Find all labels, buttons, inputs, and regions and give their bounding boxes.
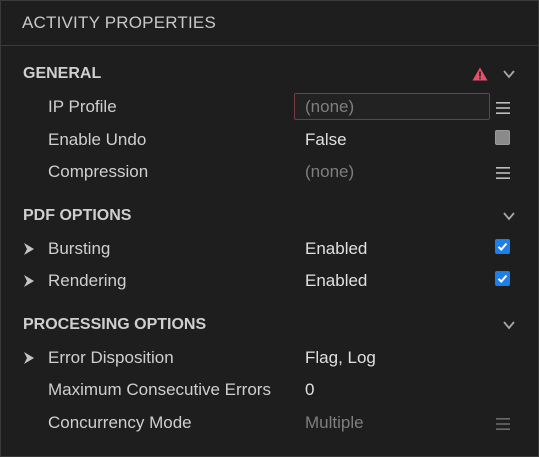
chevron-down-icon[interactable] bbox=[502, 209, 516, 223]
chevron-down-icon[interactable] bbox=[502, 318, 516, 332]
property-label: Enable Undo bbox=[48, 130, 147, 149]
section-title-general: GENERAL bbox=[23, 65, 102, 82]
chevron-right-icon[interactable] bbox=[23, 242, 35, 256]
chevron-right-icon[interactable] bbox=[23, 274, 35, 288]
property-row-enable-undo: Enable Undo False bbox=[1, 128, 538, 152]
property-row-compression: Compression (none) bbox=[1, 160, 538, 184]
property-value: Multiple bbox=[305, 413, 364, 432]
section-header-pdf-options[interactable]: PDF OPTIONS bbox=[23, 204, 516, 228]
property-label: Concurrency Mode bbox=[48, 413, 192, 432]
property-label: Bursting bbox=[48, 239, 111, 258]
concurrency-menu-button bbox=[495, 417, 511, 433]
property-label: Maximum Consecutive Errors bbox=[48, 380, 271, 399]
chevron-right-icon[interactable] bbox=[23, 351, 35, 365]
property-row-concurrency-mode: Concurrency Mode Multiple bbox=[1, 411, 538, 435]
property-value[interactable]: (none) bbox=[305, 162, 354, 182]
property-value[interactable]: Flag, Log bbox=[305, 348, 376, 368]
ip-profile-menu-button[interactable] bbox=[495, 101, 511, 117]
property-label: Compression bbox=[48, 162, 149, 181]
property-row-error-disposition: Error Disposition Flag, Log bbox=[1, 346, 538, 370]
rendering-checkbox[interactable] bbox=[495, 271, 510, 286]
property-row-rendering: Rendering Enabled bbox=[1, 269, 538, 293]
checkmark-icon bbox=[497, 274, 508, 283]
property-value: Enabled bbox=[305, 271, 368, 290]
property-label: IP Profile bbox=[48, 97, 117, 116]
menu-icon bbox=[496, 167, 510, 179]
property-label: Rendering bbox=[48, 271, 127, 290]
panel-title: ACTIVITY PROPERTIES bbox=[1, 1, 538, 46]
ip-profile-input[interactable]: (none) bbox=[294, 93, 490, 120]
section-title-pdf-options: PDF OPTIONS bbox=[23, 207, 132, 224]
menu-icon bbox=[496, 102, 510, 114]
menu-icon bbox=[496, 418, 510, 430]
property-value: Enabled bbox=[305, 239, 368, 258]
section-header-general[interactable]: GENERAL bbox=[23, 62, 516, 86]
compression-menu-button[interactable] bbox=[495, 166, 511, 182]
section-title-processing-options: PROCESSING OPTIONS bbox=[23, 316, 207, 333]
warning-icon bbox=[472, 67, 488, 81]
activity-properties-panel: ACTIVITY PROPERTIES GENERAL IP Profile (… bbox=[0, 0, 539, 457]
enable-undo-checkbox[interactable] bbox=[495, 130, 510, 145]
property-row-bursting: Bursting Enabled bbox=[1, 237, 538, 261]
property-value[interactable]: 0 bbox=[305, 380, 314, 400]
section-header-processing-options[interactable]: PROCESSING OPTIONS bbox=[23, 313, 516, 337]
checkmark-icon bbox=[497, 242, 508, 251]
property-row-maximum-consecutive-errors: Maximum Consecutive Errors 0 bbox=[1, 378, 538, 402]
property-value: False bbox=[305, 130, 347, 149]
bursting-checkbox[interactable] bbox=[495, 239, 510, 254]
property-row-ip-profile: IP Profile (none) bbox=[1, 93, 538, 120]
chevron-down-icon[interactable] bbox=[502, 67, 516, 81]
property-label: Error Disposition bbox=[48, 348, 174, 367]
